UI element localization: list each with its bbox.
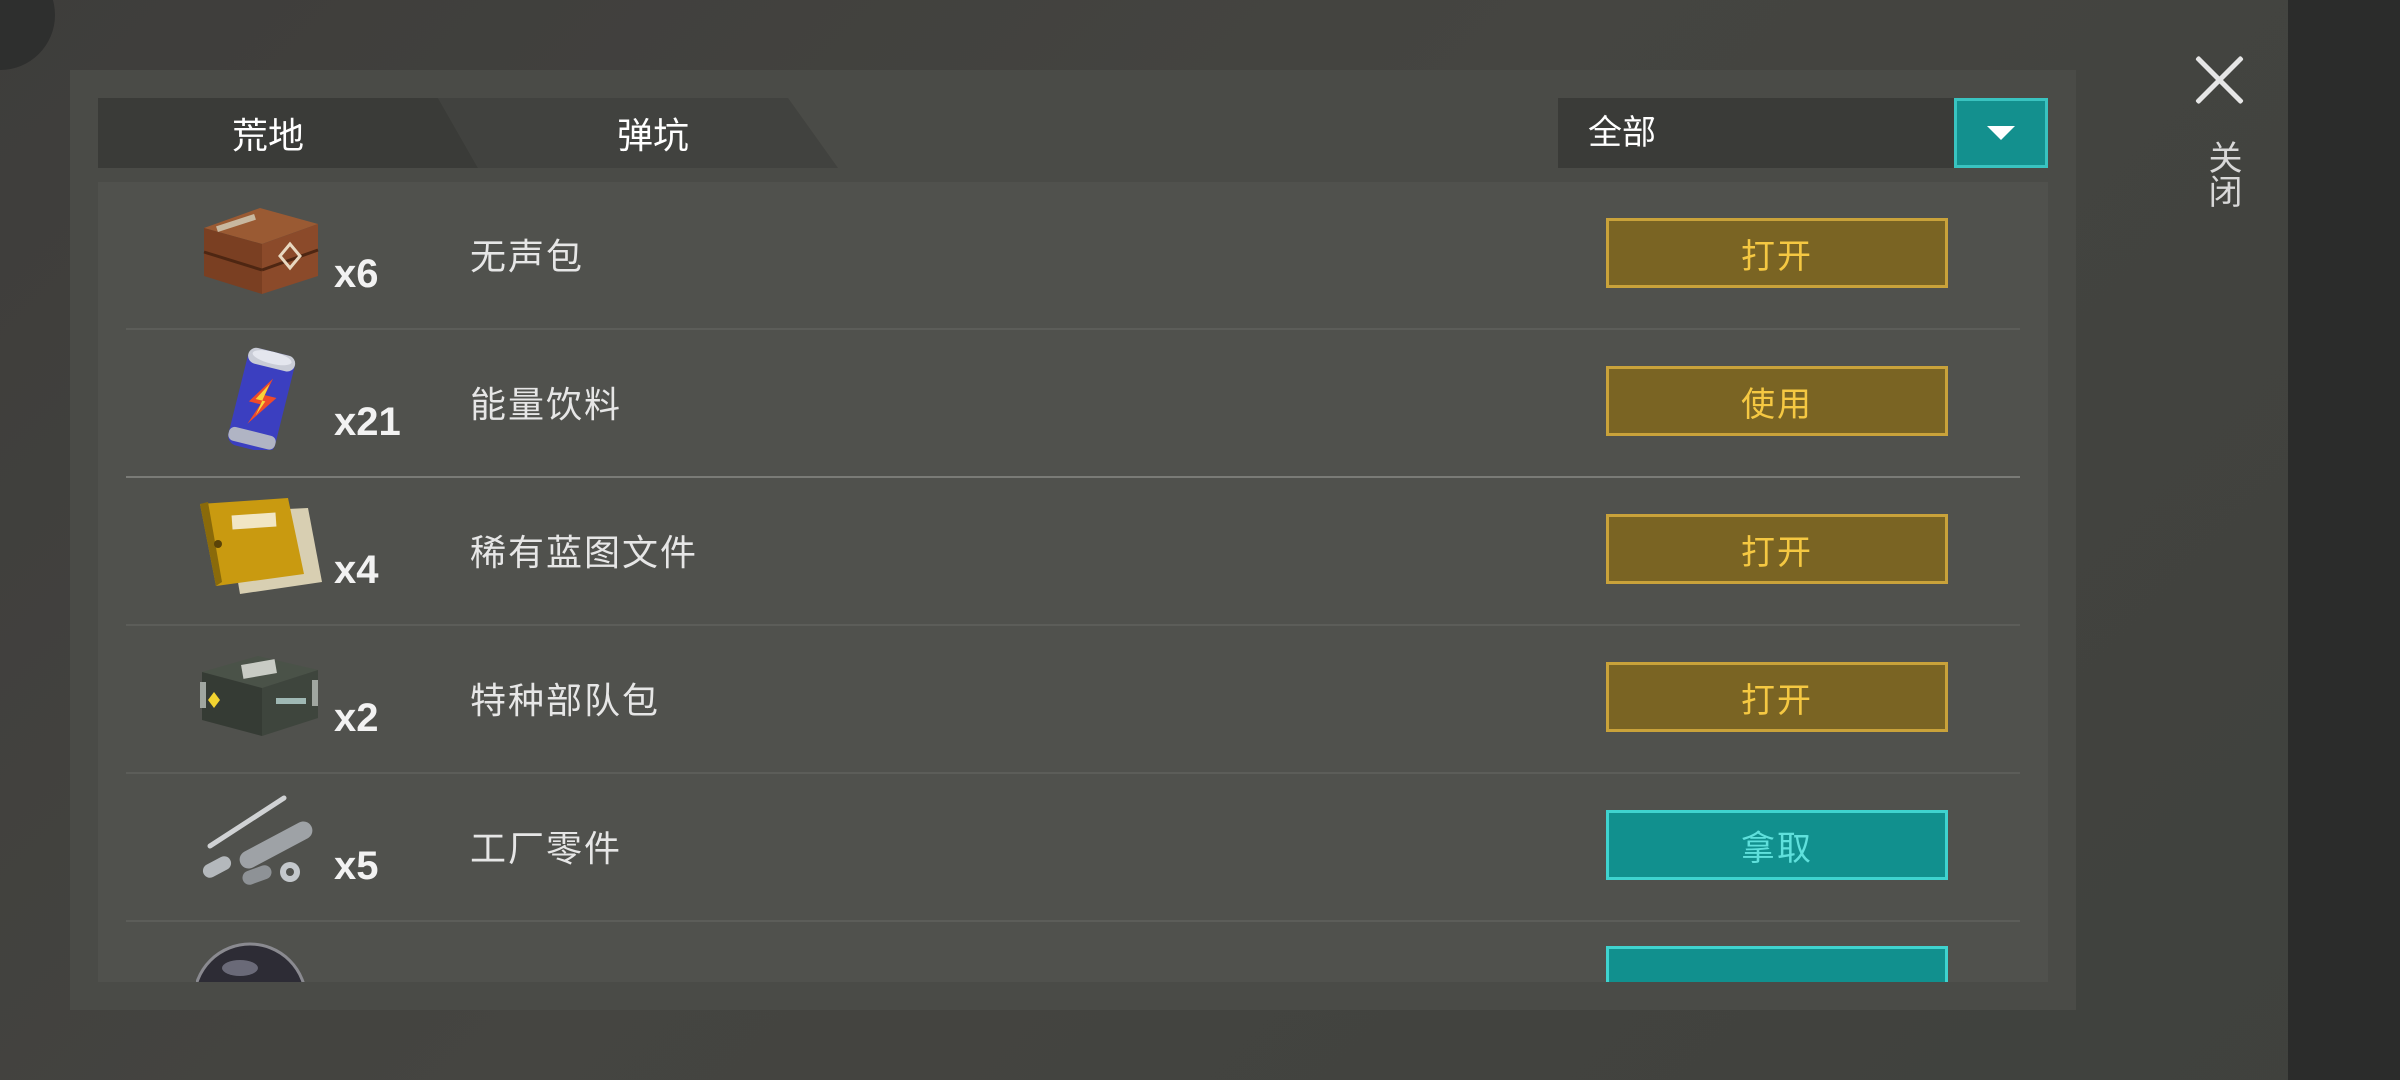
energy-drink-can-icon	[228, 347, 296, 450]
close-icon[interactable]	[2190, 50, 2250, 110]
open-button[interactable]: 打开	[1606, 662, 1948, 732]
blueprint-folder-icon	[200, 498, 322, 594]
military-case-icon	[200, 656, 318, 736]
item-quantity: x4	[334, 548, 379, 592]
wooden-crate-icon	[203, 208, 319, 294]
item-name: 无声包	[470, 237, 585, 278]
tab-wasteland[interactable]: 荒地	[98, 98, 478, 168]
corner-menu-button[interactable]	[0, 0, 55, 70]
item-quantity: x21	[334, 400, 401, 444]
filter-dropdown[interactable]: 全部	[1558, 98, 2048, 168]
list-item: x4 稀有蓝图文件 打开	[126, 478, 2020, 626]
list-item	[126, 922, 2020, 982]
item-list[interactable]: x6 无声包 打开 x21 能量饮料 使用 x4 稀有蓝图文件 打开 x2 特种…	[98, 182, 2048, 982]
right-side-strip	[2288, 0, 2400, 1080]
dropdown-button[interactable]	[1954, 98, 2048, 168]
list-item: x6 无声包 打开	[126, 182, 2020, 330]
item-name: 稀有蓝图文件	[470, 533, 699, 574]
item-name: 特种部队包	[470, 681, 661, 722]
open-button[interactable]: 打开	[1606, 514, 1948, 584]
item-quantity: x6	[334, 252, 379, 296]
list-item: x5 工厂零件 拿取	[126, 774, 2020, 922]
action-button[interactable]	[1606, 946, 1948, 982]
take-button[interactable]: 拿取	[1606, 810, 1948, 880]
filter-label: 全部	[1588, 113, 1656, 153]
open-button[interactable]: 打开	[1606, 218, 1948, 288]
item-name: 工厂零件	[470, 829, 623, 870]
list-item: x21 能量饮料 使用	[126, 330, 2020, 478]
item-name: 能量饮料	[470, 385, 623, 426]
tab-crater[interactable]: 弹坑	[438, 98, 838, 168]
dropdown-arrow-icon	[1987, 126, 2015, 140]
item-quantity: x2	[334, 696, 379, 740]
list-item: x2 特种部队包 打开	[126, 626, 2020, 774]
item-quantity: x5	[334, 844, 379, 888]
tab-bar: 荒地 弹坑	[98, 98, 858, 168]
factory-parts-icon	[202, 795, 313, 885]
close-label[interactable]: 关闭	[2198, 140, 2247, 208]
item-icon	[196, 942, 305, 982]
use-button[interactable]: 使用	[1606, 366, 1948, 436]
